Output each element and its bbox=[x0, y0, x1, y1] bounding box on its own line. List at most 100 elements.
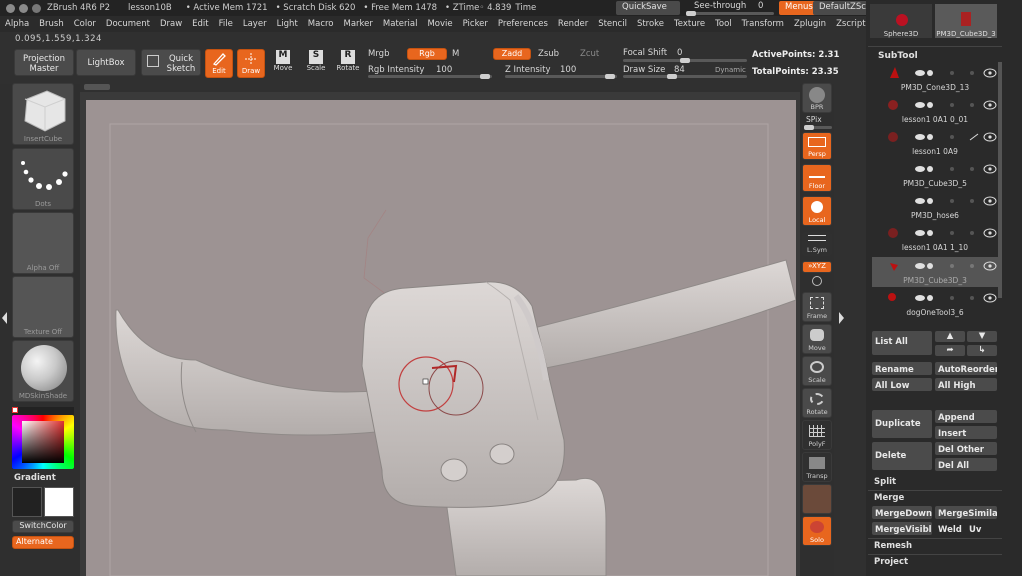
subtool-item[interactable]: PM3D_Cube3D_5 bbox=[872, 160, 998, 190]
zcut-button[interactable]: Zcut bbox=[580, 49, 599, 59]
material-thumbnail[interactable]: MDSkinShade bbox=[12, 340, 74, 402]
subtool-item[interactable]: PM3D_Cone3D_13 bbox=[872, 64, 998, 94]
menu-material[interactable]: Material bbox=[383, 19, 418, 29]
right-tray-arrow-icon[interactable] bbox=[839, 312, 844, 324]
insert-button[interactable]: Insert bbox=[935, 426, 997, 439]
local-button[interactable]: Local bbox=[802, 196, 832, 226]
rename-button[interactable]: Rename bbox=[872, 362, 932, 375]
menu-zplugin[interactable]: Zplugin bbox=[794, 19, 826, 29]
remesh-section[interactable]: Remesh bbox=[874, 541, 912, 551]
color-picker[interactable] bbox=[12, 407, 74, 469]
merge-section[interactable]: Merge bbox=[874, 493, 904, 503]
duplicate-button[interactable]: Duplicate bbox=[872, 410, 932, 438]
project-section[interactable]: Project bbox=[874, 557, 908, 567]
subtool-item[interactable]: PM3D_hose6 bbox=[872, 192, 998, 222]
bpr-button[interactable]: BPR bbox=[802, 83, 832, 113]
solo-button[interactable]: Solo bbox=[802, 516, 832, 546]
polyf-button[interactable]: PolyF bbox=[802, 420, 832, 450]
menu-render[interactable]: Render bbox=[558, 19, 588, 29]
menu-preferences[interactable]: Preferences bbox=[498, 19, 548, 29]
move-up-button[interactable]: ▲ bbox=[935, 331, 965, 342]
menu-layer[interactable]: Layer bbox=[243, 19, 267, 29]
menu-movie[interactable]: Movie bbox=[427, 19, 452, 29]
z-intensity-slider[interactable] bbox=[505, 74, 617, 79]
gradient-label[interactable]: Gradient bbox=[14, 473, 56, 483]
draw-button[interactable]: Draw bbox=[237, 49, 265, 78]
edit-button[interactable]: Edit bbox=[205, 49, 233, 78]
rgb-button[interactable]: Rgb bbox=[407, 48, 447, 60]
merge-visible-button[interactable]: MergeVisible bbox=[872, 522, 932, 535]
auto-reorder-button[interactable]: AutoReorder bbox=[935, 362, 997, 375]
dynamic-toggle[interactable]: Dynamic bbox=[715, 66, 746, 74]
all-high-button[interactable]: All High bbox=[935, 378, 997, 391]
m-button[interactable]: M bbox=[452, 49, 459, 59]
menu-document[interactable]: Document bbox=[106, 19, 150, 29]
projection-master-button[interactable]: Projection Master bbox=[14, 49, 74, 76]
menu-color[interactable]: Color bbox=[74, 19, 96, 29]
focal-shift-slider[interactable] bbox=[623, 58, 747, 63]
lightbox-button[interactable]: LightBox bbox=[76, 49, 136, 76]
move-down-folder-button[interactable]: ↳ bbox=[967, 345, 997, 356]
menu-transform[interactable]: Transform bbox=[742, 19, 784, 29]
del-other-button[interactable]: Del Other bbox=[935, 442, 997, 455]
move-up-folder-button[interactable]: ➦ bbox=[935, 345, 965, 356]
mrgb-button[interactable]: Mrgb bbox=[368, 49, 389, 59]
subtool-scrollbar[interactable] bbox=[998, 62, 1002, 298]
see-through-label[interactable]: See-through bbox=[694, 1, 746, 11]
draw-size-slider[interactable] bbox=[623, 74, 747, 79]
menu-marker[interactable]: Marker bbox=[344, 19, 373, 29]
subtool-item[interactable]: lesson1 0A1 1_10 bbox=[872, 224, 998, 254]
delete-button[interactable]: Delete bbox=[872, 442, 932, 470]
menu-file[interactable]: File bbox=[219, 19, 233, 29]
tool-thumb-sphere[interactable]: Sphere3D bbox=[870, 4, 932, 38]
menu-zscript[interactable]: Zscript bbox=[836, 19, 866, 29]
xyz-button[interactable]: »XYZ bbox=[802, 261, 832, 273]
switch-color-button[interactable]: SwitchColor bbox=[12, 520, 74, 533]
merge-similar-button[interactable]: MergeSimilar bbox=[935, 506, 997, 519]
menu-edit[interactable]: Edit bbox=[192, 19, 208, 29]
rgb-intensity-slider[interactable] bbox=[368, 74, 492, 79]
subtool-item-selected[interactable]: PM3D_Cube3D_3 bbox=[872, 257, 998, 287]
document-canvas[interactable] bbox=[86, 100, 796, 576]
main-color-swatch[interactable] bbox=[44, 487, 74, 517]
see-through-slider[interactable] bbox=[686, 11, 774, 16]
persp-button[interactable]: Persp bbox=[802, 132, 832, 160]
frame-button[interactable]: Frame bbox=[802, 292, 832, 322]
menu-light[interactable]: Light bbox=[277, 19, 298, 29]
append-button[interactable]: Append bbox=[935, 410, 997, 423]
move-view-button[interactable]: Move bbox=[802, 324, 832, 354]
zadd-button[interactable]: Zadd bbox=[493, 48, 531, 60]
scale-mode-button[interactable]: S Scale bbox=[303, 50, 329, 78]
shelf-grip[interactable] bbox=[84, 84, 110, 90]
subtool-header[interactable]: SubTool bbox=[878, 51, 918, 61]
scale-view-button[interactable]: Scale bbox=[802, 356, 832, 386]
menu-alpha[interactable]: Alpha bbox=[5, 19, 29, 29]
split-section[interactable]: Split bbox=[874, 477, 896, 487]
ghost-button[interactable] bbox=[802, 484, 832, 514]
lsym-button[interactable]: L.Sym bbox=[802, 232, 832, 256]
move-mode-button[interactable]: M Move bbox=[270, 50, 296, 78]
all-low-button[interactable]: All Low bbox=[872, 378, 932, 391]
move-down-button[interactable]: ▼ bbox=[967, 331, 997, 342]
secondary-color-swatch[interactable] bbox=[12, 487, 42, 517]
floor-button[interactable]: Floor bbox=[802, 164, 832, 192]
menu-macro[interactable]: Macro bbox=[308, 19, 334, 29]
quicksave-button[interactable]: QuickSave bbox=[616, 1, 680, 15]
transp-button[interactable]: Transp bbox=[802, 452, 832, 482]
menu-texture[interactable]: Texture bbox=[674, 19, 705, 29]
merge-down-button[interactable]: MergeDown bbox=[872, 506, 932, 519]
tool-thumbnail[interactable]: InsertCube bbox=[12, 83, 74, 145]
window-dot-icon[interactable] bbox=[6, 3, 15, 13]
uv-button[interactable]: Uv bbox=[966, 522, 994, 535]
zsub-button[interactable]: Zsub bbox=[538, 49, 559, 59]
subtool-item[interactable]: lesson1 0A1 0_01 bbox=[872, 96, 998, 126]
spix-slider[interactable] bbox=[804, 125, 832, 130]
subtool-item[interactable]: lesson1 0A9 bbox=[872, 128, 998, 158]
menu-picker[interactable]: Picker bbox=[463, 19, 488, 29]
stroke-thumbnail[interactable]: Dots bbox=[12, 148, 74, 210]
menu-stencil[interactable]: Stencil bbox=[598, 19, 627, 29]
menu-draw[interactable]: Draw bbox=[160, 19, 182, 29]
del-all-button[interactable]: Del All bbox=[935, 458, 997, 471]
alternate-button[interactable]: Alternate bbox=[12, 536, 74, 549]
subtool-item[interactable]: dogOneTool3_6 bbox=[872, 289, 998, 319]
